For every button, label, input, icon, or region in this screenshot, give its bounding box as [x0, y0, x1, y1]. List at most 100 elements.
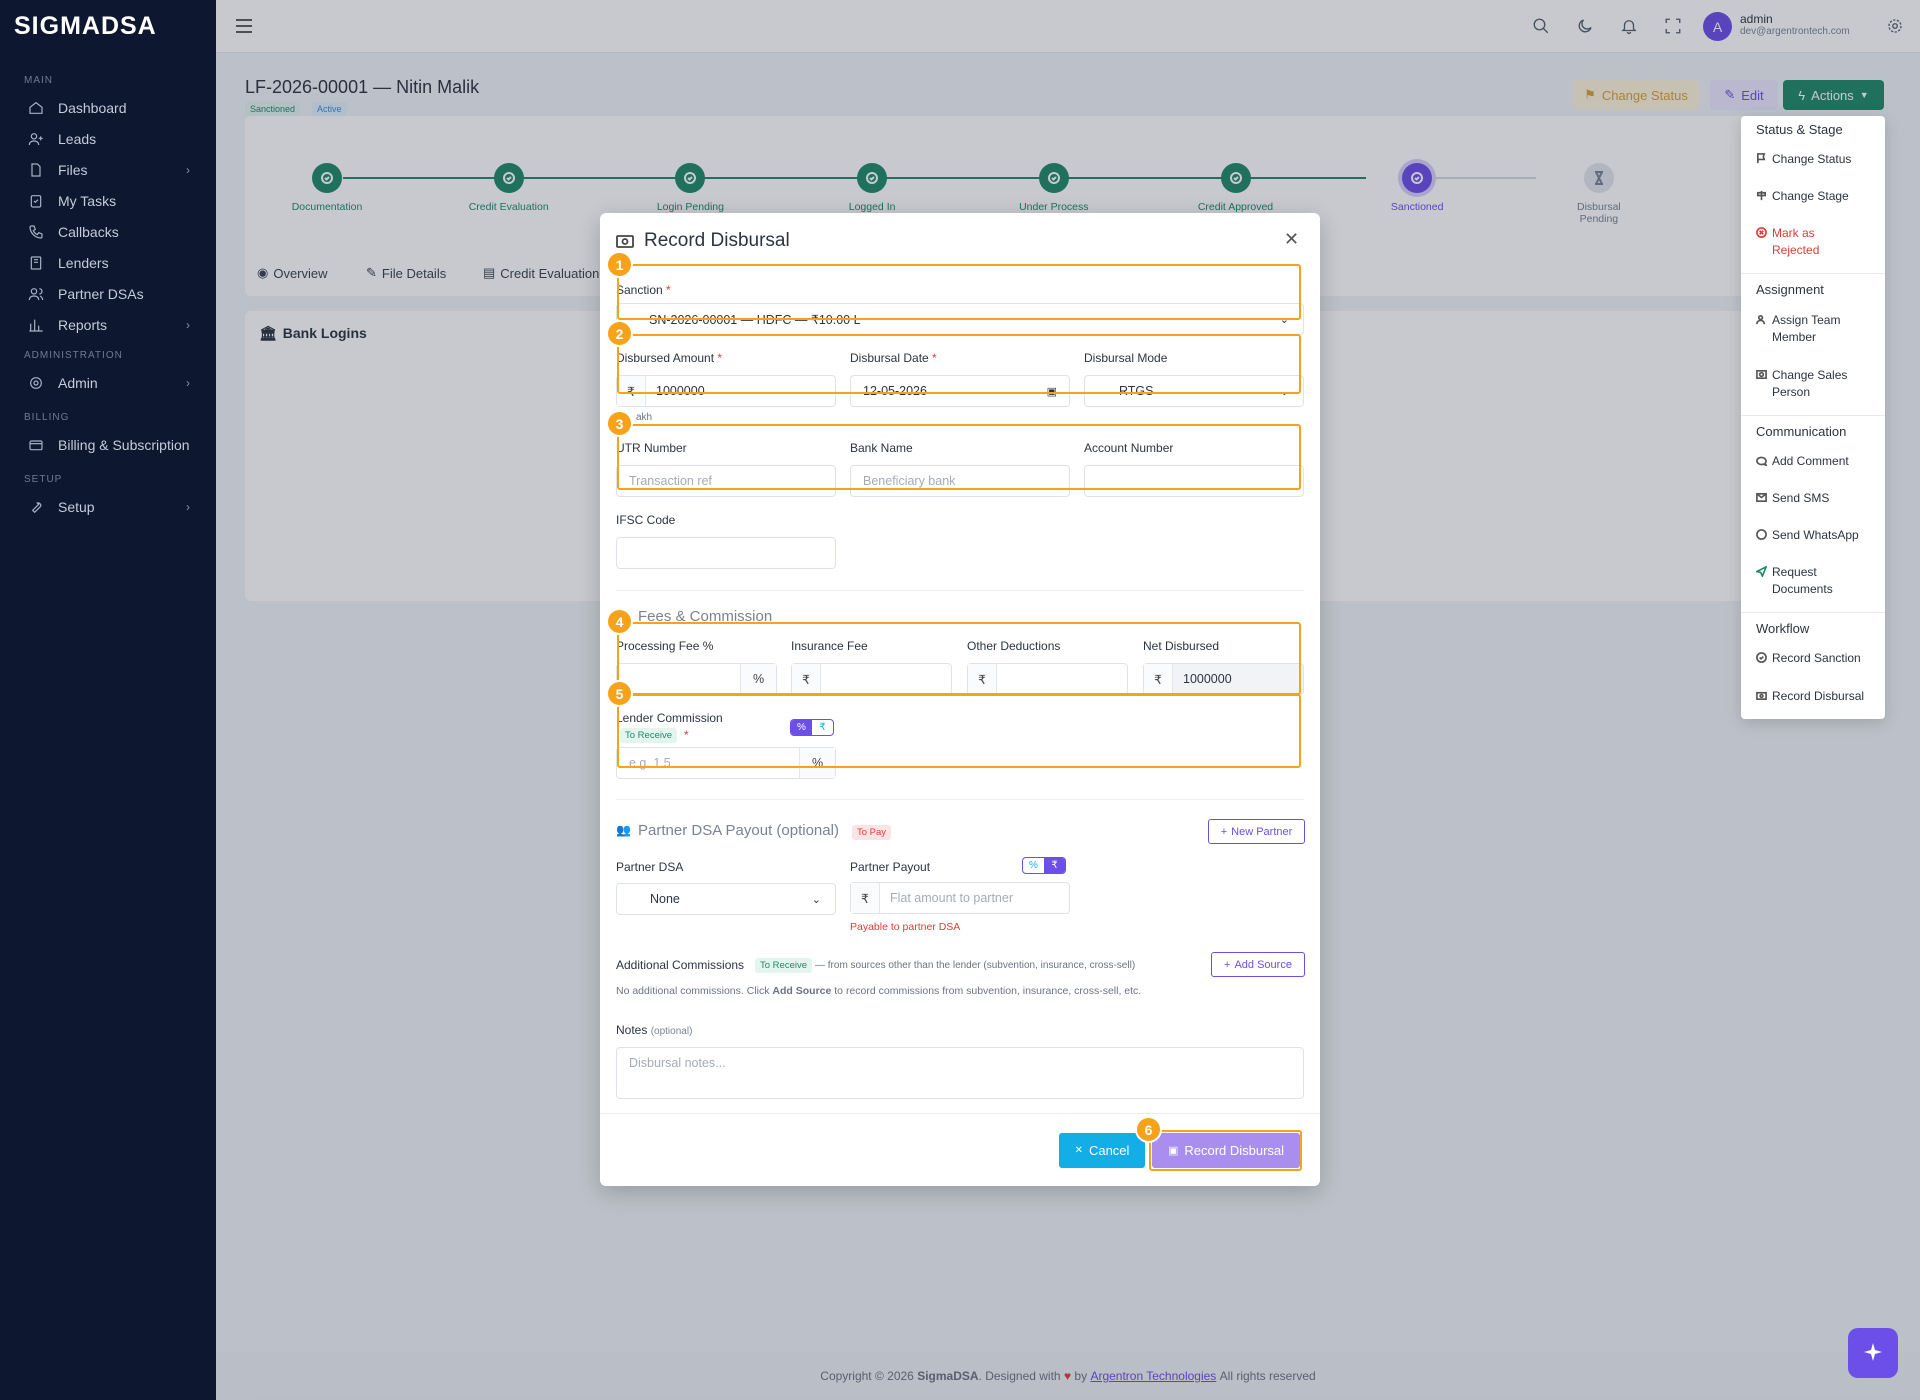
sidebar-item-my-tasks[interactable]: My Tasks	[0, 185, 216, 216]
callout-number-3: 3	[606, 410, 633, 437]
toggle-percent[interactable]: %	[1023, 858, 1044, 873]
credit-card-icon	[29, 439, 43, 450]
signpost-icon	[1757, 190, 1766, 201]
add-source-button[interactable]: + Add Source	[1211, 952, 1305, 977]
sidebar: SIGMADSA MAIN Dashboard Leads Files › My …	[0, 0, 216, 1400]
sidebar-item-leads[interactable]: Leads	[0, 123, 216, 154]
rupee-prefix: ₹	[851, 883, 880, 913]
menu-group-status: Status & Stage	[1756, 122, 1843, 137]
sidebar-item-billing[interactable]: Billing & Subscription	[0, 429, 216, 460]
chevron-right-icon: ›	[186, 375, 190, 390]
additional-commissions-title: Additional Commissions	[616, 958, 745, 972]
x-circle-icon	[1756, 227, 1767, 238]
menu-request-documents[interactable]: Request Documents	[1756, 564, 1881, 598]
chevron-down-icon: ⌄	[811, 893, 821, 906]
payout-hint: Payable to partner DSA	[850, 921, 961, 933]
partner-payout-input[interactable]: ₹ Flat amount to partner	[850, 882, 1070, 914]
menu-change-status[interactable]: Change Status	[1756, 151, 1881, 168]
flag-icon	[1757, 153, 1766, 164]
users-icon	[28, 287, 44, 300]
callout-number-4: 4	[606, 608, 633, 635]
file-icon	[31, 162, 41, 177]
partner-dsa-select[interactable]: None ⌄	[616, 883, 836, 915]
menu-change-sales-person[interactable]: Change Sales Person	[1756, 367, 1881, 401]
brand-logo[interactable]: SIGMADSA	[0, 0, 216, 53]
notes-textarea[interactable]: Disbursal notes...	[616, 1047, 1304, 1099]
partner-section-title: Partner DSA Payout (optional)	[638, 822, 839, 839]
book-icon	[30, 255, 42, 270]
sidebar-item-admin[interactable]: Admin ›	[0, 367, 216, 398]
modal-title: Record Disbursal	[644, 230, 790, 251]
user-plus-icon	[28, 132, 43, 145]
callout-box-5	[617, 694, 1301, 768]
menu-change-stage[interactable]: Change Stage	[1756, 188, 1881, 205]
callout-box-3	[617, 424, 1301, 490]
sidebar-item-dashboard[interactable]: Dashboard	[0, 92, 216, 123]
additional-empty-text: No additional commissions. Click Add Sou…	[616, 985, 1142, 997]
sidebar-section-billing: BILLING	[24, 412, 70, 423]
menu-send-sms[interactable]: Send SMS	[1756, 490, 1881, 507]
record-disbursal-modal: Record Disbursal ✕ Sanction * SN-2026-00…	[600, 213, 1320, 1186]
chevron-right-icon: ›	[186, 499, 190, 514]
menu-divider	[1741, 612, 1885, 613]
menu-add-comment[interactable]: Add Comment	[1756, 453, 1881, 470]
menu-record-disbursal[interactable]: Record Disbursal	[1756, 688, 1881, 705]
check-circle-icon	[1756, 652, 1767, 663]
cash-icon	[616, 235, 634, 248]
sparkle-icon	[1864, 1343, 1882, 1361]
section-divider	[616, 590, 1304, 591]
callout-box-1	[617, 264, 1301, 320]
id-card-icon	[1756, 370, 1767, 379]
menu-group-workflow: Workflow	[1756, 621, 1810, 636]
close-icon[interactable]: ✕	[1284, 229, 1299, 250]
menu-group-communication: Communication	[1756, 424, 1847, 439]
payout-type-toggle[interactable]: % ₹	[1022, 857, 1066, 874]
callout-box-2	[617, 334, 1301, 394]
sidebar-section-main: MAIN	[24, 75, 53, 86]
callout-box-4	[617, 622, 1301, 695]
ifsc-input[interactable]	[616, 537, 836, 569]
cancel-button[interactable]: ✕ Cancel	[1059, 1133, 1145, 1168]
section-divider	[616, 799, 1304, 800]
tasks-icon	[30, 194, 42, 208]
close-icon: ✕	[1074, 1145, 1083, 1156]
home-icon	[29, 101, 43, 114]
chevron-right-icon: ›	[186, 162, 190, 177]
users-icon: 👥	[616, 823, 631, 837]
gear-icon	[30, 376, 42, 389]
menu-mark-rejected[interactable]: Mark as Rejected	[1756, 225, 1881, 259]
callout-number-1: 1	[606, 251, 633, 278]
menu-group-assignment: Assignment	[1756, 282, 1824, 297]
send-icon	[1756, 566, 1767, 577]
ai-assistant-button[interactable]	[1848, 1328, 1898, 1378]
envelope-icon	[1756, 493, 1767, 502]
to-pay-badge: To Pay	[852, 825, 892, 840]
chevron-right-icon: ›	[186, 317, 190, 332]
sidebar-item-files[interactable]: Files ›	[0, 154, 216, 185]
wrench-icon	[31, 501, 42, 513]
menu-send-whatsapp[interactable]: Send WhatsApp	[1756, 527, 1881, 544]
menu-divider	[1741, 273, 1885, 274]
actions-dropdown: Status & Stage Change Status Change Stag…	[1741, 116, 1885, 719]
to-receive-badge: To Receive	[755, 958, 812, 973]
menu-divider	[1741, 415, 1885, 416]
sidebar-item-reports[interactable]: Reports ›	[0, 309, 216, 340]
menu-record-sanction[interactable]: Record Sanction	[1756, 650, 1881, 667]
callout-number-2: 2	[606, 320, 633, 347]
new-partner-button[interactable]: + New Partner	[1208, 819, 1305, 844]
menu-assign-team-member[interactable]: Assign Team Member	[1756, 312, 1881, 346]
sidebar-item-callbacks[interactable]: Callbacks	[0, 216, 216, 247]
notes-label: Notes (optional)	[616, 1023, 693, 1037]
sidebar-item-partner-dsas[interactable]: Partner DSAs	[0, 278, 216, 309]
callout-number-5: 5	[606, 680, 633, 707]
plus-icon: +	[1220, 825, 1228, 838]
ifsc-label: IFSC Code	[616, 513, 676, 527]
modal-footer-divider	[600, 1113, 1320, 1114]
whatsapp-icon	[1756, 529, 1767, 540]
sidebar-item-setup[interactable]: Setup ›	[0, 491, 216, 522]
sidebar-section-administration: ADMINISTRATION	[24, 350, 123, 361]
partner-dsa-label: Partner DSA	[616, 860, 684, 874]
toggle-rupee[interactable]: ₹	[1044, 858, 1065, 873]
sidebar-item-lenders[interactable]: Lenders	[0, 247, 216, 278]
sidebar-section-setup: SETUP	[24, 474, 63, 485]
